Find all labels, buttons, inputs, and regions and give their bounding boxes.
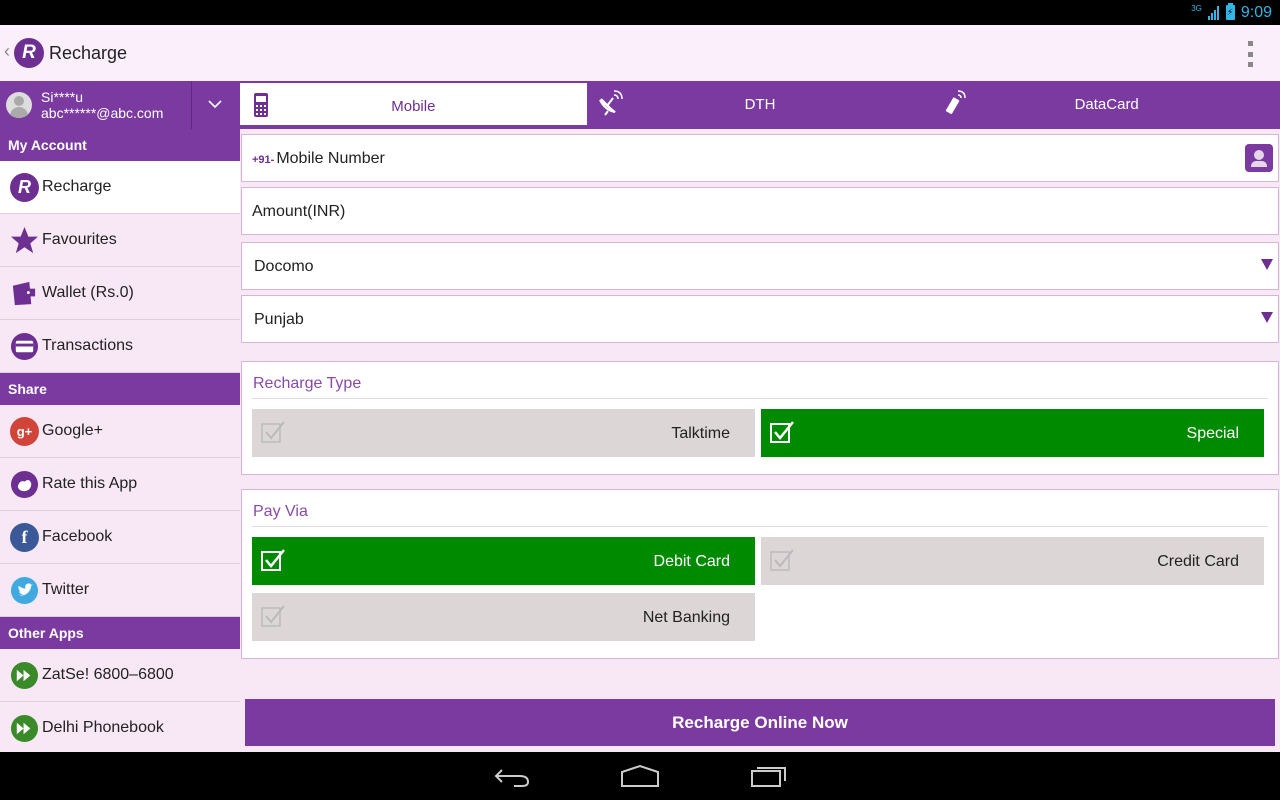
pay-via-title: Pay Via xyxy=(253,503,308,520)
recharge-type-box: Recharge Type Talktime Special xyxy=(241,361,1279,475)
tab-datacard[interactable]: DataCard xyxy=(933,81,1280,129)
status-indicators: 3G ⚡ 9:09 xyxy=(1191,0,1272,25)
sidebar-item-label: Twitter xyxy=(42,581,90,598)
sidebar-item-zatse[interactable]: ZatSe! 6800–6800 xyxy=(0,649,240,702)
sidebar-item-facebook[interactable]: f Facebook xyxy=(0,511,240,564)
sidebar-item-google-plus[interactable]: g+ Google+ xyxy=(0,405,240,458)
checkbox-checked-icon xyxy=(770,421,794,443)
country-code-prefix: +91- xyxy=(252,154,275,166)
navigation-drawer: Si****u abc******@abc.com My Account R R… xyxy=(0,81,240,752)
network-type: 3G xyxy=(1191,4,1202,13)
system-navigation-bar xyxy=(0,752,1280,800)
option-credit-card[interactable]: Credit Card xyxy=(761,537,1264,585)
sidebar-item-transactions[interactable]: Transactions xyxy=(0,320,240,373)
back-icon[interactable] xyxy=(494,764,530,788)
option-label: Debit Card xyxy=(653,553,730,570)
recent-apps-icon[interactable] xyxy=(750,764,788,788)
app-play-icon xyxy=(10,714,39,743)
circle-select[interactable]: Punjab xyxy=(241,295,1279,343)
divider xyxy=(252,526,1268,527)
tab-label: Mobile xyxy=(391,98,436,115)
google-plus-icon: g+ xyxy=(10,417,39,446)
option-label: Credit Card xyxy=(1157,553,1239,570)
wallet-icon xyxy=(12,281,36,306)
recharge-tabs: Mobile DTH DataCard xyxy=(240,81,1280,129)
app-logo-icon[interactable]: R xyxy=(14,38,44,68)
checkbox-unchecked-icon xyxy=(261,421,285,443)
amount-field[interactable]: Amount(INR) xyxy=(241,187,1279,235)
recharge-type-title: Recharge Type xyxy=(253,375,362,392)
battery-icon: ⚡ xyxy=(1225,3,1235,20)
option-label: Special xyxy=(1186,425,1239,442)
option-debit-card[interactable]: Debit Card xyxy=(252,537,755,585)
operator-value: Docomo xyxy=(254,258,314,275)
option-talktime[interactable]: Talktime xyxy=(252,409,755,457)
status-bar: 3G ⚡ 9:09 xyxy=(0,0,1280,25)
rate-icon xyxy=(10,470,39,499)
mobile-number-placeholder: Mobile Number xyxy=(276,150,385,167)
sidebar-item-label: Recharge xyxy=(42,178,112,195)
tab-mobile[interactable]: Mobile xyxy=(240,83,587,125)
sidebar-item-wallet[interactable]: Wallet (Rs.0) xyxy=(0,267,240,320)
sidebar-item-label: Delhi Phonebook xyxy=(42,719,164,736)
app-play-icon xyxy=(10,661,39,690)
checkbox-unchecked-icon xyxy=(261,605,285,627)
sidebar-item-label: Google+ xyxy=(42,422,103,439)
sidebar-item-label: Favourites xyxy=(42,231,117,248)
operator-select[interactable]: Docomo xyxy=(241,242,1279,290)
option-net-banking[interactable]: Net Banking xyxy=(252,593,755,641)
circle-value: Punjab xyxy=(254,311,304,328)
account-header: Si****u abc******@abc.com xyxy=(0,81,240,129)
chevron-down-icon xyxy=(208,100,222,109)
account-info[interactable]: Si****u abc******@abc.com xyxy=(0,81,192,129)
option-label: Talktime xyxy=(671,425,730,442)
section-header-share: Share xyxy=(0,373,240,405)
sidebar-item-label: Wallet (Rs.0) xyxy=(42,284,134,301)
up-navigation-icon[interactable]: ‹ xyxy=(4,41,10,62)
tab-label: DataCard xyxy=(1074,96,1139,113)
star-icon xyxy=(10,226,39,254)
pay-via-box: Pay Via Debit Card Credit Card Net Banki… xyxy=(241,489,1279,659)
section-header-other-apps: Other Apps xyxy=(0,617,240,649)
sidebar-item-twitter[interactable]: Twitter xyxy=(0,564,240,617)
amount-placeholder: Amount(INR) xyxy=(252,203,346,220)
tab-dth[interactable]: DTH xyxy=(587,81,934,129)
sidebar-item-favourites[interactable]: Favourites xyxy=(0,214,240,267)
facebook-icon: f xyxy=(10,523,39,552)
section-header-my-account: My Account xyxy=(0,129,240,161)
sidebar-item-recharge[interactable]: R Recharge xyxy=(0,161,240,214)
card-icon xyxy=(10,332,39,361)
contacts-icon[interactable] xyxy=(1245,144,1273,172)
recharge-online-now-button[interactable]: Recharge Online Now xyxy=(245,699,1275,746)
home-icon[interactable] xyxy=(620,764,660,788)
page-title: Recharge xyxy=(49,43,128,63)
signal-icon xyxy=(1207,5,1220,20)
dropdown-arrow-icon xyxy=(1261,259,1273,270)
avatar xyxy=(6,92,32,118)
action-bar: ‹ R Recharge xyxy=(0,25,1280,81)
overflow-menu-icon[interactable] xyxy=(1246,41,1254,67)
tab-label: DTH xyxy=(744,96,776,113)
recharge-logo-icon: R xyxy=(10,173,39,202)
sidebar-item-label: ZatSe! 6800–6800 xyxy=(42,666,174,683)
account-email: abc******@abc.com xyxy=(41,105,164,121)
mobile-number-field[interactable]: +91- Mobile Number xyxy=(241,134,1279,182)
recharge-form: +91- Mobile Number Amount(INR) Docomo Pun… xyxy=(240,129,1280,752)
checkbox-checked-icon xyxy=(261,549,285,571)
sidebar-item-delhi-phonebook[interactable]: Delhi Phonebook xyxy=(0,702,240,752)
account-name: Si****u xyxy=(41,89,84,105)
account-dropdown-button[interactable] xyxy=(192,81,240,129)
sidebar-item-label: Rate this App xyxy=(42,475,138,492)
dropdown-arrow-icon xyxy=(1261,312,1273,323)
option-special[interactable]: Special xyxy=(761,409,1264,457)
sidebar-item-rate-app[interactable]: Rate this App xyxy=(0,458,240,511)
clock: 9:09 xyxy=(1240,3,1272,21)
sidebar-item-label: Facebook xyxy=(42,528,113,545)
option-label: Net Banking xyxy=(642,609,730,626)
twitter-icon xyxy=(10,576,39,605)
sidebar-item-label: Transactions xyxy=(42,337,133,354)
divider xyxy=(252,398,1268,399)
checkbox-unchecked-icon xyxy=(770,549,794,571)
